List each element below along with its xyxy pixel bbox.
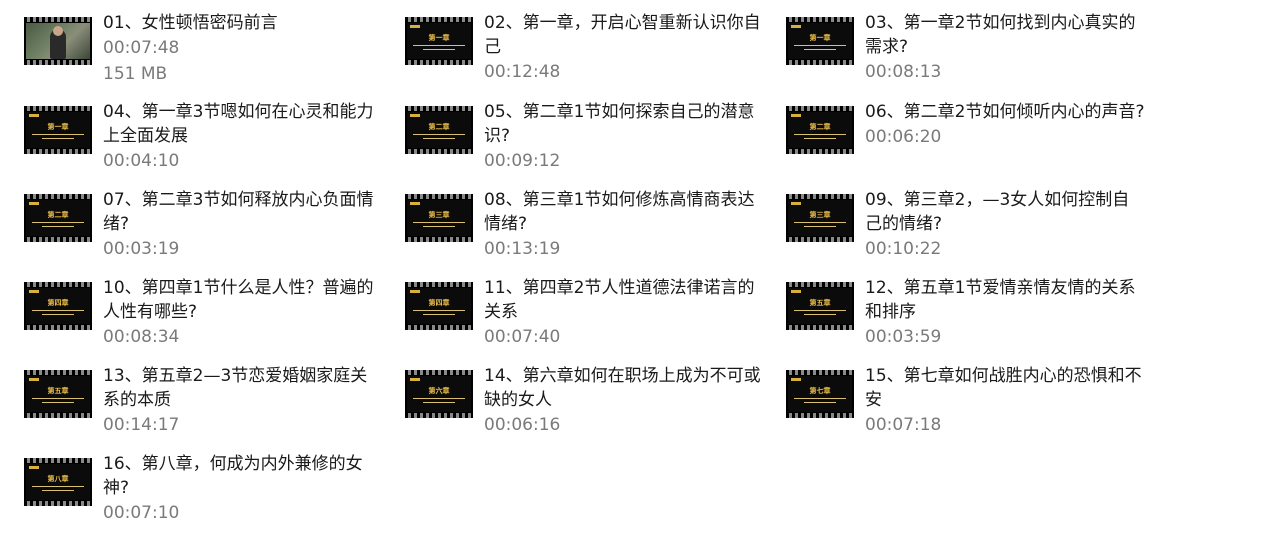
video-info: 15、第七章如何战胜内心的恐惧和不安 00:07:18 [865,364,1145,438]
thumbnail-chapter-label: 第四章 [428,299,450,307]
video-grid: 01、女性顿悟密码前言 00:07:48 151 MB 第一章 02、第一章，开… [0,0,1263,550]
video-duration: 00:07:10 [103,503,180,523]
video-duration: 00:13:19 [484,239,561,259]
thumbnail-chapter-label: 第二章 [809,123,831,131]
video-thumbnail: 第二章 [24,194,92,242]
thumbnail-chapter-label: 第八章 [47,475,69,483]
video-duration: 00:14:17 [103,415,180,435]
video-thumbnail: 第一章 [786,17,854,65]
video-duration: 00:07:40 [484,327,561,347]
video-title: 14、第六章如何在职场上成为不可或缺的女人 [484,366,761,410]
video-duration: 00:03:59 [865,327,942,347]
video-thumbnail [24,17,92,65]
video-duration: 00:04:10 [103,151,180,171]
thumbnail-chapter-label: 第三章 [428,211,450,219]
video-info: 08、第三章1节如何修炼高情商表达情绪? 00:13:19 [484,188,764,262]
thumbnail-chapter-label: 第一章 [428,34,450,42]
video-item[interactable]: 01、女性顿悟密码前言 00:07:48 151 MB [0,0,360,84]
video-info: 13、第五章2—3节恋爱婚姻家庭关系的本质 00:14:17 [103,364,383,438]
thumbnail-chapter-label: 第五章 [47,387,69,395]
thumbnail-chapter-label: 第六章 [428,387,450,395]
video-item[interactable]: 第八章 16、第八章，何成为内外兼修的女神? 00:07:10 [0,441,363,525]
video-thumbnail: 第四章 [405,282,473,330]
video-item[interactable]: 第四章 10、第四章1节什么是人性？普遍的人性有哪些? 00:08:34 [0,265,373,349]
video-duration: 00:07:18 [865,415,942,435]
video-thumbnail: 第三章 [405,194,473,242]
video-thumbnail: 第五章 [786,282,854,330]
video-info: 10、第四章1节什么是人性？普遍的人性有哪些? 00:08:34 [103,276,383,350]
video-thumbnail: 第二章 [405,106,473,154]
video-item[interactable]: 第二章 07、第二章3节如何释放内心负面情绪? 00:03:19 [0,177,373,261]
video-info: 14、第六章如何在职场上成为不可或缺的女人 00:06:16 [484,364,764,438]
video-info: 01、女性顿悟密码前言 00:07:48 151 MB [103,11,383,87]
video-size: 151 MB [103,64,168,84]
video-item[interactable]: 第四章 11、第四章2节人性道德法律诺言的关系 00:07:40 [381,265,754,349]
video-thumbnail: 第四章 [24,282,92,330]
thumbnail-chapter-label: 第一章 [809,34,831,42]
video-title: 02、第一章，开启心智重新认识你自己 [484,13,761,57]
video-item[interactable]: 第五章 13、第五章2—3节恋爱婚姻家庭关系的本质 00:14:17 [0,353,367,437]
video-info: 05、第二章1节如何探索自己的潜意识? 00:09:12 [484,100,764,174]
video-item[interactable]: 第三章 08、第三章1节如何修炼高情商表达情绪? 00:13:19 [381,177,754,261]
thumbnail-chapter-label: 第五章 [809,299,831,307]
video-thumbnail: 第七章 [786,370,854,418]
video-duration: 00:06:20 [865,127,942,147]
video-title: 09、第三章2，—3女人如何控制自己的情绪? [865,190,1130,234]
video-thumbnail: 第三章 [786,194,854,242]
video-duration: 00:08:13 [865,62,942,82]
video-title: 16、第八章，何成为内外兼修的女神? [103,454,363,498]
video-item[interactable]: 第一章 03、第一章2节如何找到内心真实的需求? 00:08:13 [762,0,1135,84]
video-title: 03、第一章2节如何找到内心真实的需求? [865,13,1136,57]
thumbnail-chapter-label: 第二章 [428,123,450,131]
video-thumbnail: 第二章 [786,106,854,154]
video-thumbnail: 第八章 [24,458,92,506]
video-item[interactable]: 第一章 02、第一章，开启心智重新认识你自己 00:12:48 [381,0,761,84]
video-duration: 00:08:34 [103,327,180,347]
video-thumbnail: 第五章 [24,370,92,418]
video-info: 16、第八章，何成为内外兼修的女神? 00:07:10 [103,452,383,526]
video-title: 15、第七章如何战胜内心的恐惧和不安 [865,366,1142,410]
video-title: 07、第二章3节如何释放内心负面情绪? [103,190,374,234]
thumbnail-chapter-label: 第四章 [47,299,69,307]
video-duration: 00:03:19 [103,239,180,259]
video-info: 12、第五章1节爱情亲情友情的关系和排序 00:03:59 [865,276,1145,350]
video-title: 04、第一章3节嗯如何在心灵和能力上全面发展 [103,102,374,146]
video-title: 08、第三章1节如何修炼高情商表达情绪? [484,190,755,234]
video-item[interactable]: 第五章 12、第五章1节爱情亲情友情的关系和排序 00:03:59 [762,265,1135,349]
video-title: 01、女性顿悟密码前言 [103,13,278,33]
thumbnail-chapter-label: 第七章 [809,387,831,395]
video-title: 12、第五章1节爱情亲情友情的关系和排序 [865,278,1136,322]
video-item[interactable]: 第一章 04、第一章3节嗯如何在心灵和能力上全面发展 00:04:10 [0,89,373,173]
video-title: 13、第五章2—3节恋爱婚姻家庭关系的本质 [103,366,368,410]
video-item[interactable]: 第七章 15、第七章如何战胜内心的恐惧和不安 00:07:18 [762,353,1142,437]
video-thumbnail: 第六章 [405,370,473,418]
video-duration: 00:10:22 [865,239,942,259]
video-item[interactable]: 第二章 05、第二章1节如何探索自己的潜意识? 00:09:12 [381,89,754,173]
video-title: 10、第四章1节什么是人性？普遍的人性有哪些? [103,278,374,322]
video-thumbnail: 第一章 [24,106,92,154]
video-thumbnail: 第一章 [405,17,473,65]
video-info: 11、第四章2节人性道德法律诺言的关系 00:07:40 [484,276,764,350]
video-duration: 00:07:48 [103,38,180,58]
thumbnail-chapter-label: 第三章 [809,211,831,219]
video-title: 11、第四章2节人性道德法律诺言的关系 [484,278,755,322]
video-title: 05、第二章1节如何探索自己的潜意识? [484,102,755,146]
video-item[interactable]: 第三章 09、第三章2，—3女人如何控制自己的情绪? 00:10:22 [762,177,1129,261]
video-info: 07、第二章3节如何释放内心负面情绪? 00:03:19 [103,188,383,262]
video-info: 06、第二章2节如何倾听内心的声音? 00:06:20 [865,100,1145,150]
video-duration: 00:06:16 [484,415,561,435]
video-duration: 00:09:12 [484,151,561,171]
video-item[interactable]: 第二章 06、第二章2节如何倾听内心的声音? 00:06:20 [762,89,1144,173]
thumbnail-chapter-label: 第一章 [47,123,69,131]
video-info: 02、第一章，开启心智重新认识你自己 00:12:48 [484,11,764,85]
video-info: 09、第三章2，—3女人如何控制自己的情绪? 00:10:22 [865,188,1145,262]
video-duration: 00:12:48 [484,62,561,82]
video-title: 06、第二章2节如何倾听内心的声音? [865,102,1145,122]
video-item[interactable]: 第六章 14、第六章如何在职场上成为不可或缺的女人 00:06:16 [381,353,761,437]
video-info: 03、第一章2节如何找到内心真实的需求? 00:08:13 [865,11,1145,85]
thumbnail-chapter-label: 第二章 [47,211,69,219]
video-info: 04、第一章3节嗯如何在心灵和能力上全面发展 00:04:10 [103,100,383,174]
